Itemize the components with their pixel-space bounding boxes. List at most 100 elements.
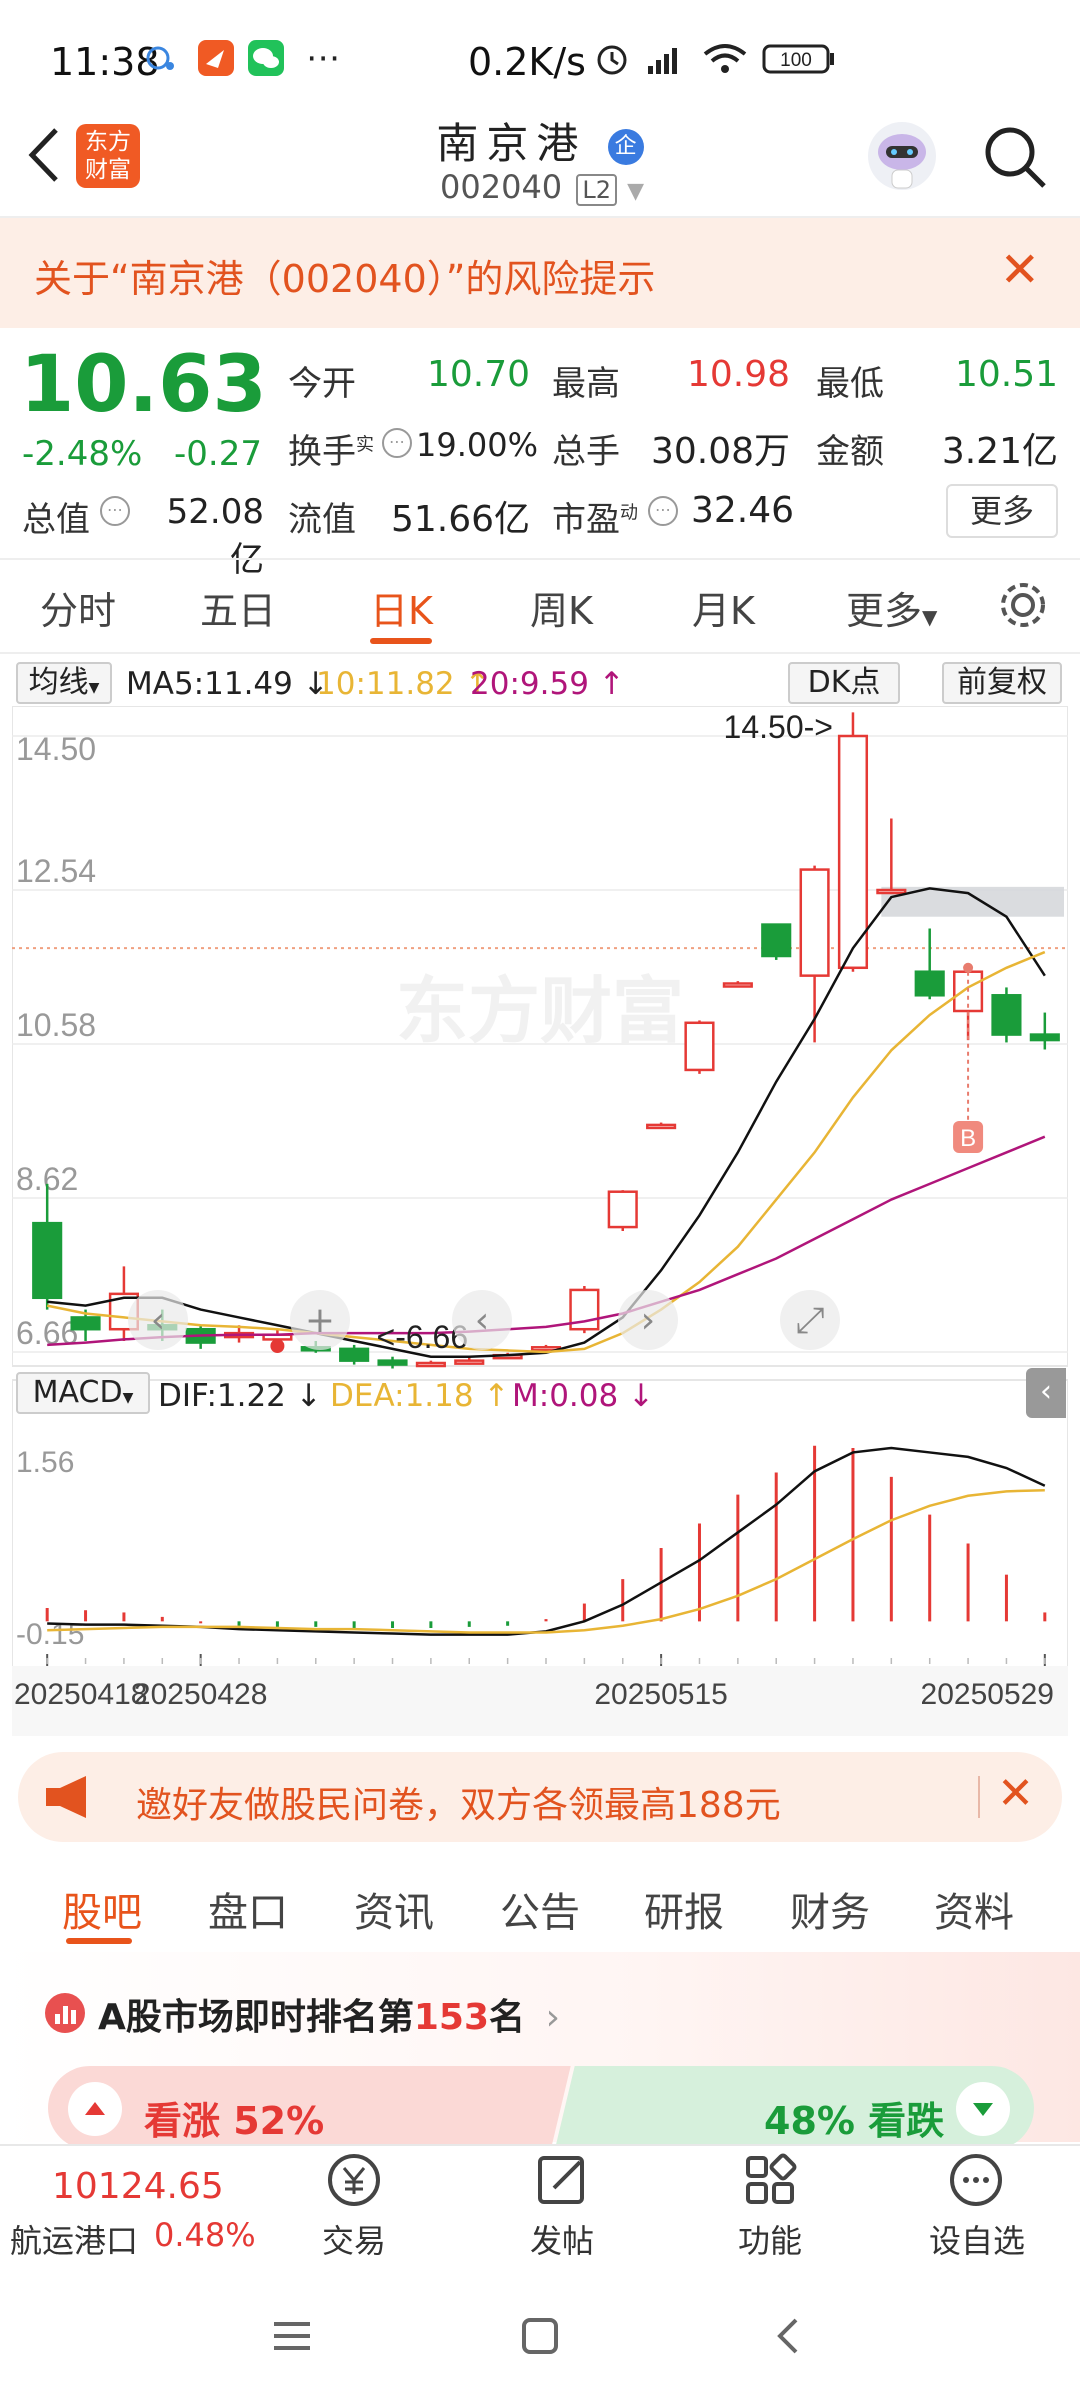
battery-icon: 100 bbox=[762, 38, 836, 78]
stock-name: 南京港 bbox=[436, 119, 587, 168]
promo-text[interactable]: 邀好友做股民问卷，双方各领最高188元 bbox=[136, 1776, 781, 1828]
trade-button[interactable]: 交易 bbox=[314, 2216, 394, 2262]
home-icon[interactable] bbox=[518, 2314, 562, 2362]
wechat-icon bbox=[246, 38, 286, 78]
dk-point-button[interactable]: DK点 bbox=[788, 662, 900, 704]
tab-more-label[interactable]: 更多 bbox=[846, 589, 922, 633]
bear-label[interactable]: 48% 看跌 bbox=[764, 2090, 944, 2145]
tab-announcement[interactable]: 公告 bbox=[500, 1880, 580, 1938]
settings-gear-icon[interactable] bbox=[996, 578, 1050, 632]
tab-five-day[interactable]: 五日 bbox=[200, 580, 276, 635]
change-percent: -2.48% bbox=[22, 434, 143, 474]
amount-value: 3.21亿 bbox=[941, 431, 1058, 472]
candle-body bbox=[876, 888, 907, 895]
ma-selector-label[interactable]: 均线 bbox=[29, 665, 89, 700]
tab-profile[interactable]: 资料 bbox=[934, 1880, 1014, 1938]
ranking-text[interactable]: A股市场即时排名第153名 › bbox=[98, 1988, 560, 2040]
dif-line bbox=[47, 1446, 1046, 1636]
dif-text: DIF:1.22 bbox=[158, 1378, 286, 1414]
index-value[interactable]: 10124.65 bbox=[52, 2166, 224, 2207]
tab-pankou[interactable]: 盘口 bbox=[208, 1880, 288, 1938]
expand-icon: ⤢ bbox=[796, 1300, 825, 1341]
chevron-down-icon[interactable]: ▼ bbox=[627, 179, 644, 204]
candle-body bbox=[991, 994, 1022, 1036]
trade-icon[interactable] bbox=[324, 2150, 384, 2210]
tab-research[interactable]: 研报 bbox=[644, 1880, 724, 1938]
pe-label-text: 市盈 bbox=[552, 500, 620, 540]
ma-selector[interactable]: 均线▼ bbox=[16, 662, 112, 704]
divider bbox=[0, 558, 1080, 560]
promo-banner[interactable]: 邀好友做股民问卷，双方各领最高188元 ✕ bbox=[18, 1752, 1062, 1842]
more-circle-icon[interactable] bbox=[946, 2150, 1006, 2210]
chevron-right-icon: › bbox=[641, 1300, 655, 1341]
add-watchlist-button[interactable]: 设自选 bbox=[922, 2216, 1032, 2262]
grid-icon[interactable] bbox=[740, 2150, 800, 2210]
tab-intraday[interactable]: 分时 bbox=[40, 580, 116, 635]
index-change[interactable]: 0.48% bbox=[154, 2216, 256, 2254]
tab-more[interactable]: 更多▼ bbox=[846, 580, 937, 635]
ma5-text: MA5:11.49 bbox=[126, 666, 293, 702]
kline-chart-svg[interactable]: 东方财富14.5012.5410.588.626.6614.50-><-6.66… bbox=[11, 705, 1069, 1741]
adjust-button[interactable]: 前复权 bbox=[942, 662, 1062, 704]
risk-banner-text[interactable]: 关于“南京港（002040）”的风险提示 bbox=[34, 248, 655, 303]
m-text: M:0.08 bbox=[512, 1378, 619, 1414]
candle-body bbox=[32, 1221, 63, 1300]
tab-weekly-k[interactable]: 周K bbox=[530, 580, 593, 635]
float-value: 51.66亿 bbox=[390, 499, 530, 540]
ranking-number: 153 bbox=[413, 1997, 490, 2038]
ma5-value: MA5:11.49 ↓ bbox=[126, 666, 329, 702]
bull-label[interactable]: 看涨 52% bbox=[144, 2090, 324, 2145]
risk-banner[interactable]: 关于“南京港（002040）”的风险提示 ✕ bbox=[0, 218, 1080, 328]
ranking-suffix: 名 bbox=[489, 1997, 526, 2038]
enterprise-badge: 企 bbox=[607, 128, 644, 165]
x-tick-label: 20250529 bbox=[921, 1678, 1054, 1711]
info-icon[interactable]: ⋯ bbox=[648, 496, 678, 526]
price-tick-label: 12.54 bbox=[16, 853, 96, 889]
price-tick-label: 14.50 bbox=[16, 731, 96, 767]
info-icon[interactable]: ⋯ bbox=[100, 496, 130, 526]
alarm-icon bbox=[592, 38, 632, 78]
x-tick-label: 20250418 bbox=[14, 1678, 147, 1711]
macd-selector[interactable]: MACD▼ bbox=[16, 1372, 150, 1414]
ranking-chart-icon bbox=[44, 1992, 86, 2034]
index-name[interactable]: 航运港口 bbox=[10, 2216, 138, 2262]
collapse-panel-button[interactable]: ‹ bbox=[1026, 1368, 1066, 1418]
caret-down-icon: ▼ bbox=[922, 605, 938, 629]
bull-up-icon[interactable] bbox=[68, 2082, 122, 2136]
candle-body bbox=[1029, 1033, 1060, 1042]
more-quote-button[interactable]: 更多 bbox=[946, 484, 1058, 538]
mktcap-label: 总值 bbox=[22, 500, 90, 540]
candle-body bbox=[339, 1347, 370, 1362]
tab-finance[interactable]: 财务 bbox=[790, 1880, 870, 1938]
close-icon[interactable]: ✕ bbox=[997, 1768, 1034, 1819]
volume-value: 30.08万 bbox=[650, 431, 790, 472]
tab-daily-k[interactable]: 日K bbox=[370, 580, 433, 635]
bear-down-icon[interactable] bbox=[956, 2082, 1010, 2136]
active-tab-underline bbox=[66, 1938, 132, 1944]
post-button[interactable]: 发帖 bbox=[522, 2216, 602, 2262]
candle-body bbox=[70, 1316, 101, 1331]
m-value: M:0.08 ↓ bbox=[512, 1378, 655, 1414]
chevron-left-icon: ‹ bbox=[475, 1300, 489, 1341]
compose-icon[interactable] bbox=[532, 2150, 592, 2210]
wifi-icon bbox=[700, 38, 750, 78]
tab-news[interactable]: 资讯 bbox=[354, 1880, 434, 1938]
dif-value: DIF:1.22 ↓ bbox=[158, 1378, 322, 1414]
close-icon[interactable]: ✕ bbox=[1000, 242, 1040, 298]
candle-body bbox=[415, 1361, 446, 1368]
menu-icon[interactable] bbox=[270, 2314, 314, 2362]
tab-guba[interactable]: 股吧 bbox=[62, 1880, 142, 1938]
watermark: 东方财富 bbox=[396, 972, 684, 1052]
search-icon[interactable] bbox=[980, 122, 1050, 192]
back-icon[interactable] bbox=[768, 2314, 812, 2362]
tab-monthly-k[interactable]: 月K bbox=[692, 580, 755, 635]
chevron-right-icon[interactable]: › bbox=[546, 1997, 560, 2038]
app-notify-icon bbox=[196, 38, 236, 78]
net-speed: 0.2K/s bbox=[468, 40, 586, 84]
macd-selector-label[interactable]: MACD bbox=[33, 1375, 123, 1410]
function-button[interactable]: 功能 bbox=[730, 2216, 810, 2262]
price-tick-label: 6.66 bbox=[16, 1315, 78, 1351]
info-icon[interactable]: ⋯ bbox=[382, 428, 412, 458]
assistant-avatar[interactable] bbox=[864, 118, 940, 194]
kline-chart[interactable]: 东方财富 14.50 12.54 10.58 8.62 6.66 14.50-> <-6.66… bbox=[11, 705, 1069, 1741]
